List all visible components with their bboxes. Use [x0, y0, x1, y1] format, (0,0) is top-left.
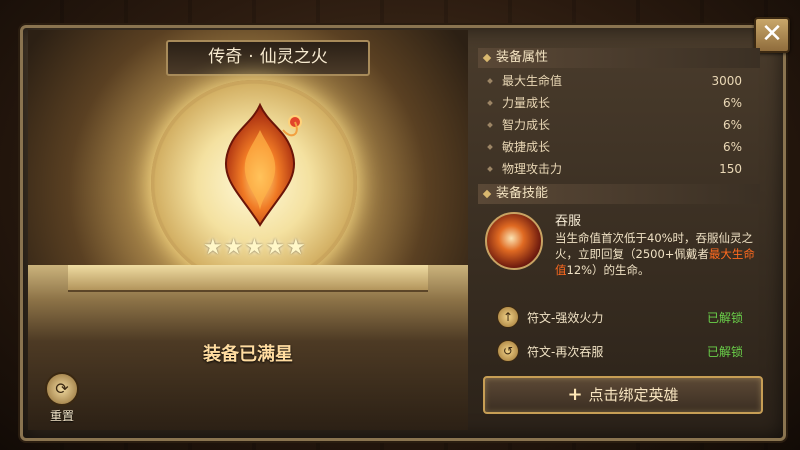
max-star-text: 装备已满星	[203, 344, 293, 365]
skill-name: 吞服	[555, 214, 582, 229]
attribute-value: 6%	[722, 118, 742, 132]
rune-icon: ↺	[497, 340, 519, 362]
attributes-header: 装备属性	[478, 48, 760, 68]
attribute-value: 3000	[711, 74, 742, 88]
reset-icon: ⟳	[45, 372, 79, 406]
rune-row[interactable]: ↑ 符文-强效火力 已解锁	[483, 304, 755, 330]
attribute-name: 物理攻击力	[502, 162, 563, 176]
rune-icon: ↑	[497, 306, 519, 328]
star-icon: ★	[203, 235, 223, 260]
attribute-name: 最大生命值	[502, 74, 563, 88]
attribute-value: 6%	[722, 140, 742, 154]
equipment-showcase: 传奇 · 仙灵之火 ★★★★★ 装备已满星	[28, 30, 468, 430]
skills-header: 装备技能	[478, 184, 760, 204]
rune-name: 符文-再次吞服	[527, 345, 604, 359]
star-icon: ★	[223, 235, 244, 260]
skill-desc-text-end: 12%）的生命。	[566, 263, 650, 277]
attribute-row: 智力成长 6%	[478, 114, 760, 136]
rune-status: 已解锁	[706, 311, 743, 325]
plus-icon: +	[567, 384, 583, 405]
star-icon: ★	[285, 235, 306, 260]
rune-row[interactable]: ↺ 符文-再次吞服 已解锁	[483, 338, 755, 364]
rune-name: 符文-强效火力	[527, 311, 604, 325]
bind-hero-button[interactable]: + 点击绑定英雄	[483, 376, 763, 414]
attribute-row: 力量成长 6%	[478, 92, 760, 114]
attribute-row: 敏捷成长 6%	[478, 136, 760, 158]
rune-status: 已解锁	[706, 345, 743, 359]
attribute-name: 敏捷成长	[502, 140, 551, 154]
pedestal-top	[68, 265, 428, 292]
reset-label: 重置	[49, 409, 74, 423]
star-rating: ★★★★★	[203, 235, 307, 260]
attribute-row: 物理攻击力 150	[478, 158, 760, 178]
equipment-info: 装备属性 最大生命值 3000 力量成长 6% 智力成长 6% 敏捷成长 6% …	[478, 48, 763, 418]
attribute-value: 6%	[722, 96, 742, 110]
attribute-row: 最大生命值 3000	[478, 70, 760, 92]
close-icon: ✕	[761, 19, 783, 49]
skill-description: 当生命值首次低于40%时，吞服仙灵之火，立即回复（2500+佩戴者最大生命值12…	[555, 230, 755, 278]
star-icon: ★	[244, 235, 265, 260]
bind-hero-label: 点击绑定英雄	[588, 386, 679, 404]
star-icon: ★	[265, 235, 285, 260]
attribute-value: 150	[719, 162, 742, 176]
attributes-list[interactable]: 最大生命值 3000 力量成长 6% 智力成长 6% 敏捷成长 6% 物理攻击力…	[478, 70, 760, 178]
skill-swallow-icon[interactable]	[485, 212, 543, 270]
skill-card: 吞服 当生命值首次低于40%时，吞服仙灵之火，立即回复（2500+佩戴者最大生命…	[483, 208, 755, 288]
fire-flower-icon	[224, 102, 302, 227]
attribute-name: 力量成长	[502, 96, 551, 110]
equipment-name: 仙灵之火	[259, 47, 328, 67]
reset-button[interactable]: ⟳ 重置	[42, 372, 82, 424]
rarity-label: 传奇	[208, 47, 243, 67]
equipment-title-plate: 传奇 · 仙灵之火	[166, 40, 370, 76]
attribute-name: 智力成长	[502, 118, 551, 132]
